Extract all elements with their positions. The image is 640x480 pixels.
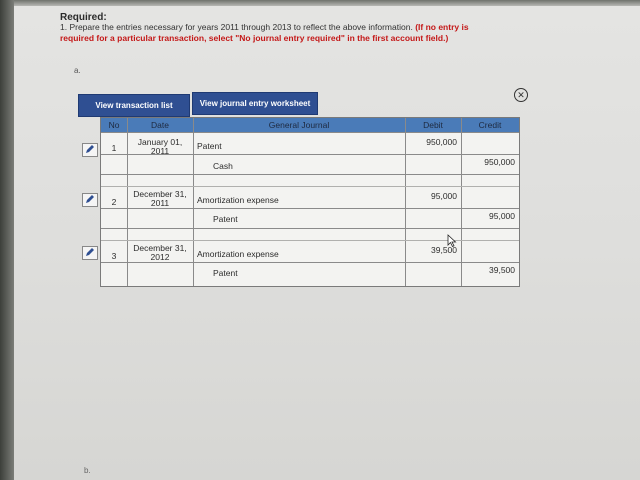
instruction-text: 1. Prepare the entries necessary for yea… (60, 22, 413, 32)
credit-account[interactable]: Cash (213, 162, 233, 171)
header-debit: Debit (423, 120, 443, 130)
monitor-bezel-left (0, 0, 14, 480)
credit-amount[interactable]: 95,000 (461, 212, 515, 221)
debit-amount[interactable]: 950,000 (405, 138, 457, 147)
row-divider (101, 228, 519, 229)
column-divider (193, 118, 194, 286)
header-general-journal: General Journal (268, 120, 330, 130)
row-divider (101, 186, 519, 187)
row-divider (101, 174, 519, 175)
entry-number: 1 (111, 143, 117, 153)
entry-number: 2 (111, 197, 117, 207)
close-icon[interactable]: ✕ (514, 88, 528, 102)
row-divider (101, 262, 519, 263)
screen: Required: 1. Prepare the entries necessa… (14, 6, 640, 480)
debit-amount[interactable]: 95,000 (405, 192, 457, 201)
entry-number: 3 (111, 251, 117, 261)
credit-amount[interactable]: 39,500 (461, 266, 515, 275)
view-journal-entry-worksheet-button[interactable]: View journal entry worksheet (192, 92, 318, 115)
edit-entry-2-pencil-icon[interactable] (82, 193, 98, 207)
credit-account[interactable]: Patent (213, 269, 238, 278)
pencil-icon (86, 145, 94, 153)
entry-date[interactable]: January 01, 2011 (131, 138, 189, 156)
instructions: 1. Prepare the entries necessary for yea… (60, 22, 480, 44)
entry-date[interactable]: December 31, 2012 (131, 244, 189, 262)
edit-entry-3-pencil-icon[interactable] (82, 246, 98, 260)
header-no: No (108, 120, 120, 130)
pencil-icon (86, 248, 94, 256)
view-transaction-list-button[interactable]: View transaction list (78, 94, 190, 117)
part-a-label: a. (74, 66, 81, 75)
header-credit: Credit (478, 120, 502, 130)
row-divider (101, 208, 519, 209)
mouse-pointer-icon (447, 234, 457, 247)
debit-account[interactable]: Amortization expense (197, 196, 279, 205)
header-date: Date (151, 120, 169, 130)
edit-entry-1-pencil-icon[interactable] (82, 143, 98, 157)
debit-amount[interactable]: 39,500 (405, 246, 457, 255)
credit-amount[interactable]: 950,000 (461, 158, 515, 167)
entry-date[interactable]: December 31, 2011 (131, 190, 189, 208)
column-divider (127, 118, 128, 286)
credit-account[interactable]: Patent (213, 215, 238, 224)
general-journal-table: No Date General Journal Debit Credit 1 J… (100, 117, 520, 287)
column-divider (461, 118, 462, 286)
part-b-label: b. (84, 466, 91, 475)
debit-account[interactable]: Amortization expense (197, 250, 279, 259)
pencil-icon (86, 195, 94, 203)
debit-account[interactable]: Patent (197, 142, 222, 151)
row-divider (101, 132, 519, 133)
